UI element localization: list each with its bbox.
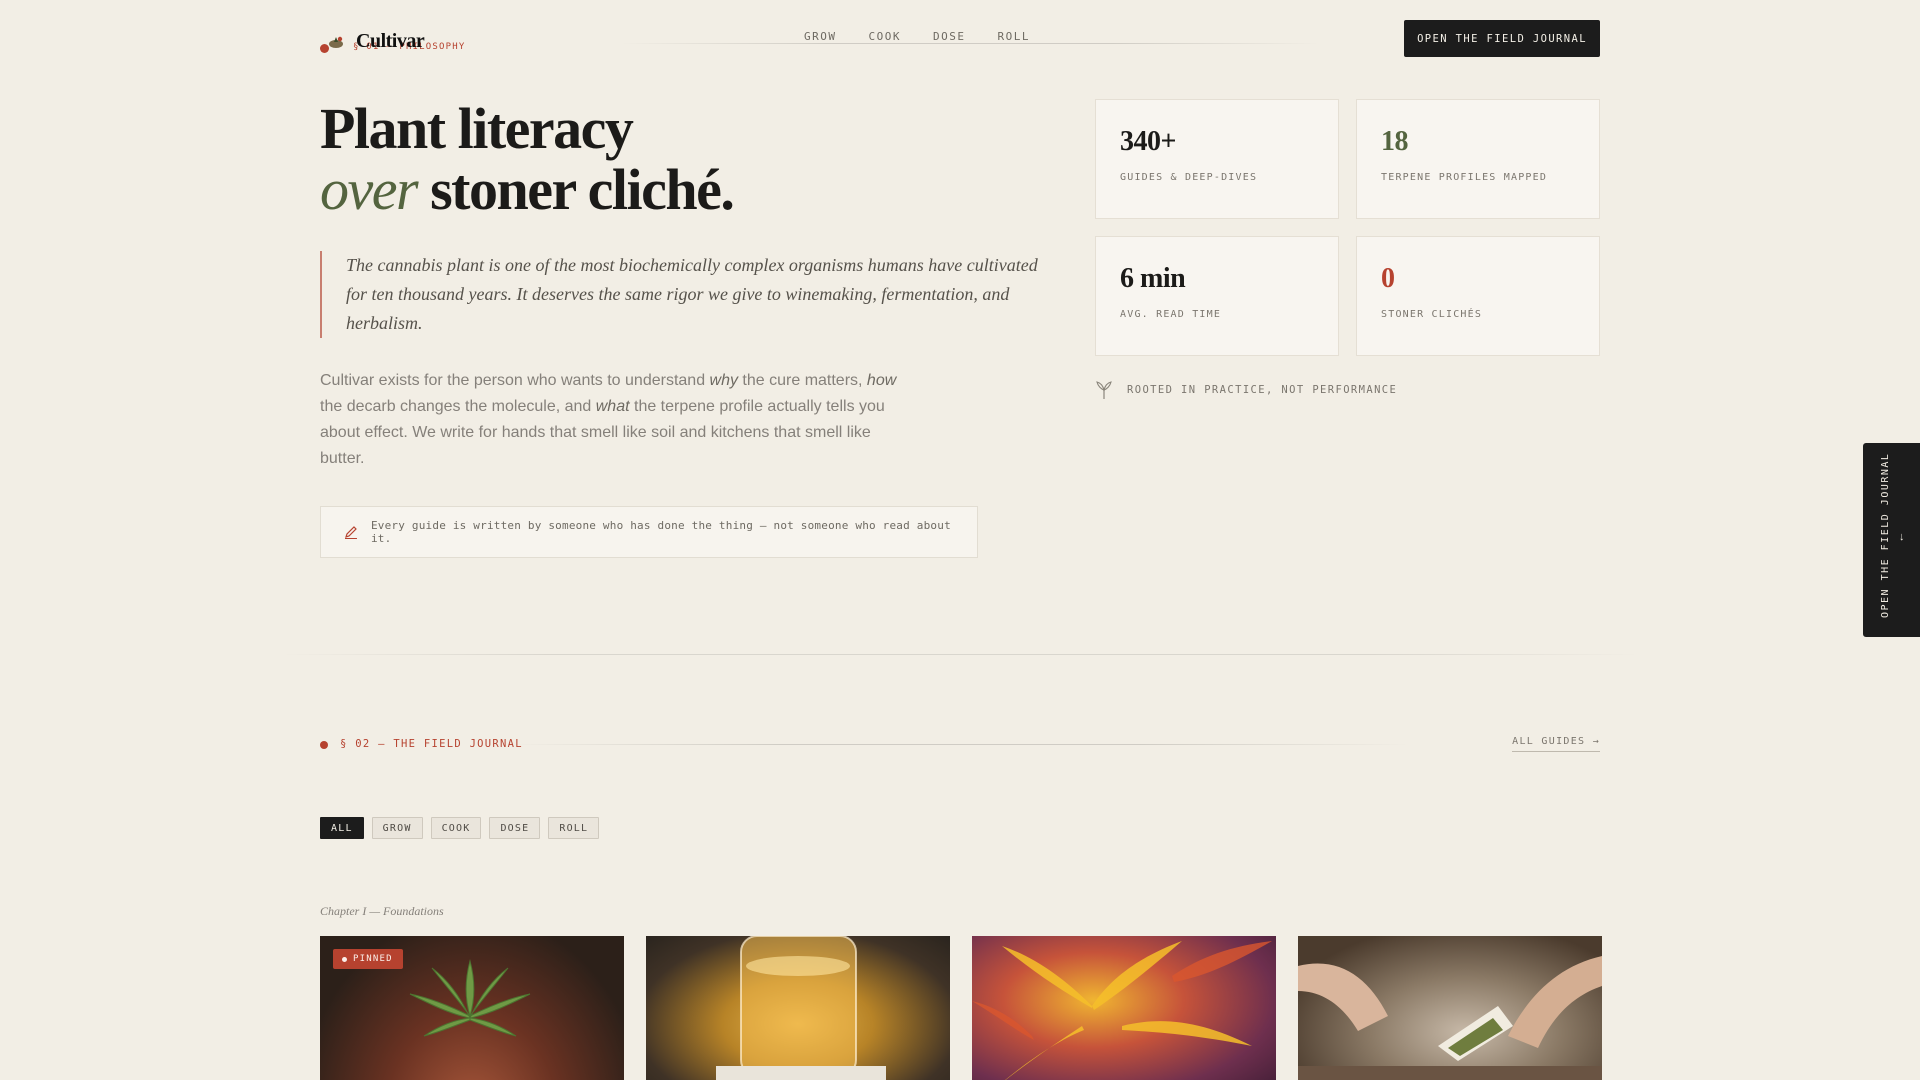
body-text: the decarb changes the molecule, and bbox=[320, 398, 596, 415]
guide-card-seedling[interactable]: PINNED bbox=[320, 936, 624, 1080]
hero-quote: The cannabis plant is one of the most bi… bbox=[320, 251, 1040, 338]
brand-name: Cultivar bbox=[356, 30, 425, 52]
guide-cards: PINNED bbox=[320, 936, 1602, 1080]
author-note-text: Every guide is written by someone who ha… bbox=[370, 519, 951, 545]
stat-value: 18 bbox=[1381, 126, 1409, 157]
site-header: § 01 — PHILOSOPHY Cultivar GROW COOK DOS… bbox=[320, 20, 1600, 58]
hero-title-line1: Plant literacy bbox=[320, 96, 634, 161]
section-dot bbox=[320, 741, 328, 749]
stat-card-read-time: 6 min AVG. READ TIME bbox=[1095, 236, 1339, 356]
stat-value: 6 min bbox=[1120, 263, 1186, 294]
nav-item-grow[interactable]: GROW bbox=[804, 30, 837, 43]
section-divider bbox=[280, 654, 1640, 655]
nav-item-cook[interactable]: COOK bbox=[869, 30, 902, 43]
stats-grid: 340+ GUIDES & DEEP-DIVES 18 TERPENE PROF… bbox=[1095, 99, 1600, 356]
body-emphasis: how bbox=[866, 372, 897, 389]
colorful-leaves-image bbox=[972, 941, 1272, 1080]
rolling-hands-image bbox=[1298, 956, 1602, 1080]
all-guides-link[interactable]: ALL GUIDES → bbox=[1512, 736, 1600, 752]
hero-title-line2: stoner cliché. bbox=[417, 157, 735, 222]
section-rule bbox=[510, 744, 1410, 745]
hero-title: Plant literacy over stoner cliché. bbox=[320, 96, 735, 222]
guide-card-infusion[interactable] bbox=[646, 936, 950, 1080]
stat-card-cliches: 0 STONER CLICHÉS bbox=[1356, 236, 1600, 356]
filter-all[interactable]: ALL bbox=[320, 817, 364, 839]
hero-title-emphasis: over bbox=[320, 157, 419, 222]
stat-label: GUIDES & DEEP-DIVES bbox=[1120, 172, 1258, 183]
nav-item-roll[interactable]: ROLL bbox=[998, 30, 1031, 43]
filter-roll[interactable]: ROLL bbox=[548, 817, 600, 839]
guide-card-rolling[interactable] bbox=[1298, 936, 1602, 1080]
pencil-icon bbox=[344, 526, 357, 539]
open-journal-button[interactable]: OPEN THE FIELD JOURNAL bbox=[1404, 20, 1600, 57]
journal-section-header: § 02 — THE FIELD JOURNAL ALL GUIDES → bbox=[320, 736, 1600, 755]
author-note: Every guide is written by someone who ha… bbox=[320, 506, 978, 558]
body-text: Cultivar exists for the person who wants… bbox=[320, 372, 710, 389]
hero-body: Cultivar exists for the person who wants… bbox=[320, 368, 900, 472]
rooted-text: ROOTED IN PRACTICE, NOT PERFORMANCE bbox=[1127, 384, 1398, 396]
chapter-heading: Chapter I — Foundations bbox=[320, 904, 444, 918]
rooted-tagline: ROOTED IN PRACTICE, NOT PERFORMANCE bbox=[1095, 380, 1397, 400]
stat-label: STONER CLICHÉS bbox=[1381, 309, 1483, 320]
stat-value: 0 bbox=[1381, 263, 1395, 294]
nav-item-dose[interactable]: DOSE bbox=[933, 30, 966, 43]
body-text: the cure matters, bbox=[737, 372, 867, 389]
arrow-down-icon: ↓ bbox=[1899, 531, 1905, 543]
filter-grow[interactable]: GROW bbox=[371, 817, 423, 839]
body-emphasis: what bbox=[595, 398, 630, 415]
filter-bar: ALL GROW COOK DOSE ROLL bbox=[320, 817, 600, 839]
infusion-glass-image bbox=[716, 936, 886, 1080]
filter-dose[interactable]: DOSE bbox=[489, 817, 541, 839]
journal-section-label: § 02 — THE FIELD JOURNAL bbox=[340, 738, 523, 750]
main-nav: GROW COOK DOSE ROLL bbox=[804, 30, 1030, 43]
stat-card-terpenes: 18 TERPENE PROFILES MAPPED bbox=[1356, 99, 1600, 219]
pinned-badge: PINNED bbox=[333, 949, 403, 969]
filter-cook[interactable]: COOK bbox=[430, 817, 482, 839]
sprout-icon bbox=[1096, 381, 1112, 399]
side-tab-label: OPEN THE FIELD JOURNAL bbox=[1880, 452, 1891, 618]
body-emphasis: why bbox=[709, 372, 738, 389]
leaf-logo-icon bbox=[329, 36, 343, 48]
nav-divider bbox=[620, 43, 1320, 44]
guide-card-terpenes[interactable] bbox=[972, 936, 1276, 1080]
stat-label: AVG. READ TIME bbox=[1120, 309, 1222, 320]
stat-card-guides: 340+ GUIDES & DEEP-DIVES bbox=[1095, 99, 1339, 219]
side-journal-tab[interactable]: OPEN THE FIELD JOURNAL ↓ bbox=[1863, 443, 1920, 637]
stat-value: 340+ bbox=[1120, 126, 1176, 157]
stat-label: TERPENE PROFILES MAPPED bbox=[1381, 172, 1548, 183]
